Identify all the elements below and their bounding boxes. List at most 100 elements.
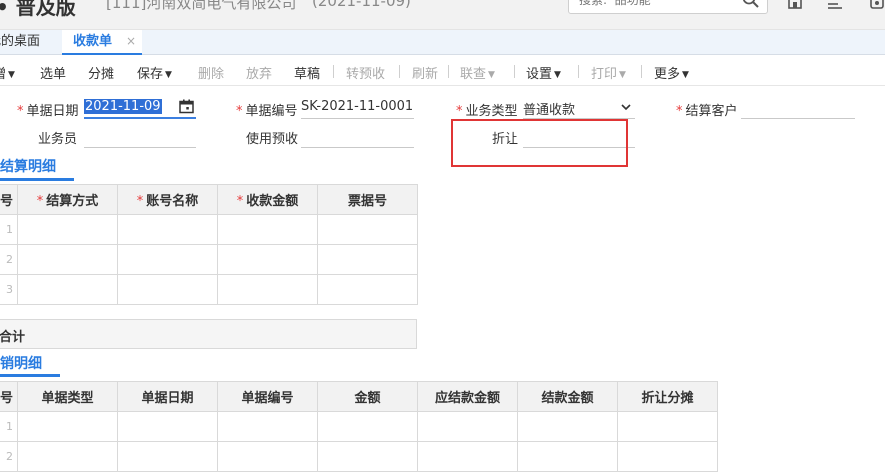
toolbar: 新增▼ 选单 分摊 保存▼ 删除 放弃 草稿 转预收 刷新 联查▼ 设置▼ 打印…: [0, 56, 885, 86]
column-header-settled-amount: 结款金额: [517, 381, 618, 412]
table-cell[interactable]: [117, 411, 218, 442]
column-header-doc-no: 单据编号: [217, 381, 318, 412]
table-cell[interactable]: [317, 441, 418, 472]
row-number-cell: 2: [0, 244, 18, 275]
more-button[interactable]: 更多 ▼: [654, 63, 689, 82]
refresh-button[interactable]: 刷新: [412, 63, 438, 82]
select-order-button[interactable]: 选单: [40, 63, 66, 82]
table-cell[interactable]: [217, 441, 318, 472]
list-icon[interactable]: [826, 0, 844, 10]
save-button[interactable]: 保存 ▼: [137, 63, 172, 82]
biz-type-select[interactable]: 普通收款: [523, 99, 635, 119]
to-prepaid-button[interactable]: 转预收: [346, 63, 385, 82]
search-input[interactable]: [579, 0, 729, 7]
salesman-label: 业务员: [38, 132, 78, 147]
column-header-payable-amount: 应结款金额: [417, 381, 518, 412]
top-header: • 普及版 [111]河南双简电气有限公司 (2021-11-09): [0, 0, 885, 30]
discard-button[interactable]: 放弃: [246, 63, 272, 82]
link-query-button[interactable]: 联查 ▼: [460, 63, 495, 82]
table-cell[interactable]: [617, 411, 718, 442]
biz-type-label: * 业务类型: [456, 104, 518, 119]
settlement-title-underline: [0, 178, 74, 181]
toolbar-divider: [448, 65, 449, 78]
settings-button[interactable]: 设置 ▼: [526, 63, 561, 82]
print-button[interactable]: 打印 ▼: [591, 63, 626, 82]
doc-no-value: SK-2021-11-0001: [301, 99, 414, 114]
row-number-cell: 2: [0, 441, 18, 472]
biz-type-value: 普通收款: [523, 103, 576, 118]
customer-label: * 结算客户: [676, 104, 738, 119]
tab-my-desktop[interactable]: 我的桌面: [0, 30, 40, 55]
column-header-account-name: * 账号名称: [117, 184, 218, 215]
settings-icon[interactable]: [868, 0, 885, 10]
table-cell[interactable]: [217, 274, 318, 305]
allocate-button[interactable]: 分摊: [88, 63, 114, 82]
toolbar-divider: [641, 65, 642, 78]
table-cell[interactable]: [117, 274, 218, 305]
table-cell[interactable]: [617, 441, 718, 472]
table-row: 1: [0, 214, 418, 245]
table-cell[interactable]: [417, 441, 518, 472]
close-icon[interactable]: ×: [126, 30, 136, 53]
toolbar-divider: [514, 65, 515, 78]
table-cell[interactable]: [117, 244, 218, 275]
doc-date-value[interactable]: 2021-11-09: [84, 99, 162, 114]
table-cell[interactable]: [517, 411, 618, 442]
doc-no-label: * 单据编号: [236, 104, 298, 119]
table-cell[interactable]: [117, 441, 218, 472]
delete-button[interactable]: 删除: [198, 63, 224, 82]
table-cell[interactable]: [317, 214, 418, 245]
table-cell[interactable]: [417, 411, 518, 442]
table-cell[interactable]: [117, 214, 218, 245]
table-cell[interactable]: [17, 244, 118, 275]
draft-button[interactable]: 草稿: [294, 63, 320, 82]
settlement-table: 行号 *结算方式 *账号名称 *收款金额 票据号 1 2 3: [0, 184, 418, 305]
chevron-down-icon: ▼: [682, 70, 689, 80]
settlement-title[interactable]: 多结算明细: [0, 156, 56, 176]
company-name: [111]河南双简电气有限公司: [106, 0, 297, 12]
writeoff-title[interactable]: 核销明细: [0, 353, 42, 373]
doc-no-field[interactable]: SK-2021-11-0001: [301, 99, 414, 119]
calendar-icon[interactable]: [179, 99, 194, 114]
chevron-down-icon: ▼: [165, 70, 172, 80]
search-box[interactable]: [568, 0, 768, 14]
customer-field[interactable]: [741, 99, 855, 119]
search-icon[interactable]: [741, 0, 761, 10]
table-cell[interactable]: [217, 244, 318, 275]
table-cell[interactable]: [517, 441, 618, 472]
prepay-label: 使用预收: [246, 132, 299, 147]
column-header-row-no: 行号: [0, 381, 18, 412]
table-cell[interactable]: [217, 214, 318, 245]
new-button[interactable]: 新增▼: [0, 63, 15, 82]
table-cell[interactable]: [17, 411, 118, 442]
doc-date-label: * 单据日期: [17, 104, 79, 119]
table-header-row: 行号 单据类型 单据日期 单据编号 金额 应结款金额 结款金额 折让分摊: [0, 381, 718, 412]
table-cell[interactable]: [17, 441, 118, 472]
table-cell[interactable]: [17, 214, 118, 245]
tab-receipt[interactable]: 收款单 ×: [62, 30, 142, 55]
toolbar-divider: [333, 65, 334, 78]
salesman-field[interactable]: [84, 128, 196, 148]
tab-bar: 我的桌面 收款单 ×: [0, 30, 885, 55]
table-row: 2: [0, 244, 418, 275]
toolbar-divider: [578, 65, 579, 78]
business-date: (2021-11-09): [312, 0, 411, 10]
settlement-total-row: 合计: [0, 319, 417, 349]
column-header-doc-type: 单据类型: [17, 381, 118, 412]
column-header-discount-alloc: 折让分摊: [617, 381, 718, 412]
table-row: 3: [0, 274, 418, 305]
table-cell[interactable]: [317, 244, 418, 275]
table-cell[interactable]: [217, 411, 318, 442]
chevron-down-icon: ▼: [554, 70, 561, 80]
prepay-field[interactable]: [301, 128, 414, 148]
chevron-down-icon[interactable]: [621, 103, 631, 111]
table-header-row: 行号 *结算方式 *账号名称 *收款金额 票据号: [0, 184, 418, 215]
row-number-cell: 1: [0, 411, 18, 442]
column-header-bill-no: 票据号: [317, 184, 418, 215]
table-cell[interactable]: [317, 274, 418, 305]
column-header-row-no: 行号: [0, 184, 18, 215]
table-cell[interactable]: [317, 411, 418, 442]
home-icon[interactable]: [786, 0, 804, 10]
column-header-doc-date: 单据日期: [117, 381, 218, 412]
table-cell[interactable]: [17, 274, 118, 305]
